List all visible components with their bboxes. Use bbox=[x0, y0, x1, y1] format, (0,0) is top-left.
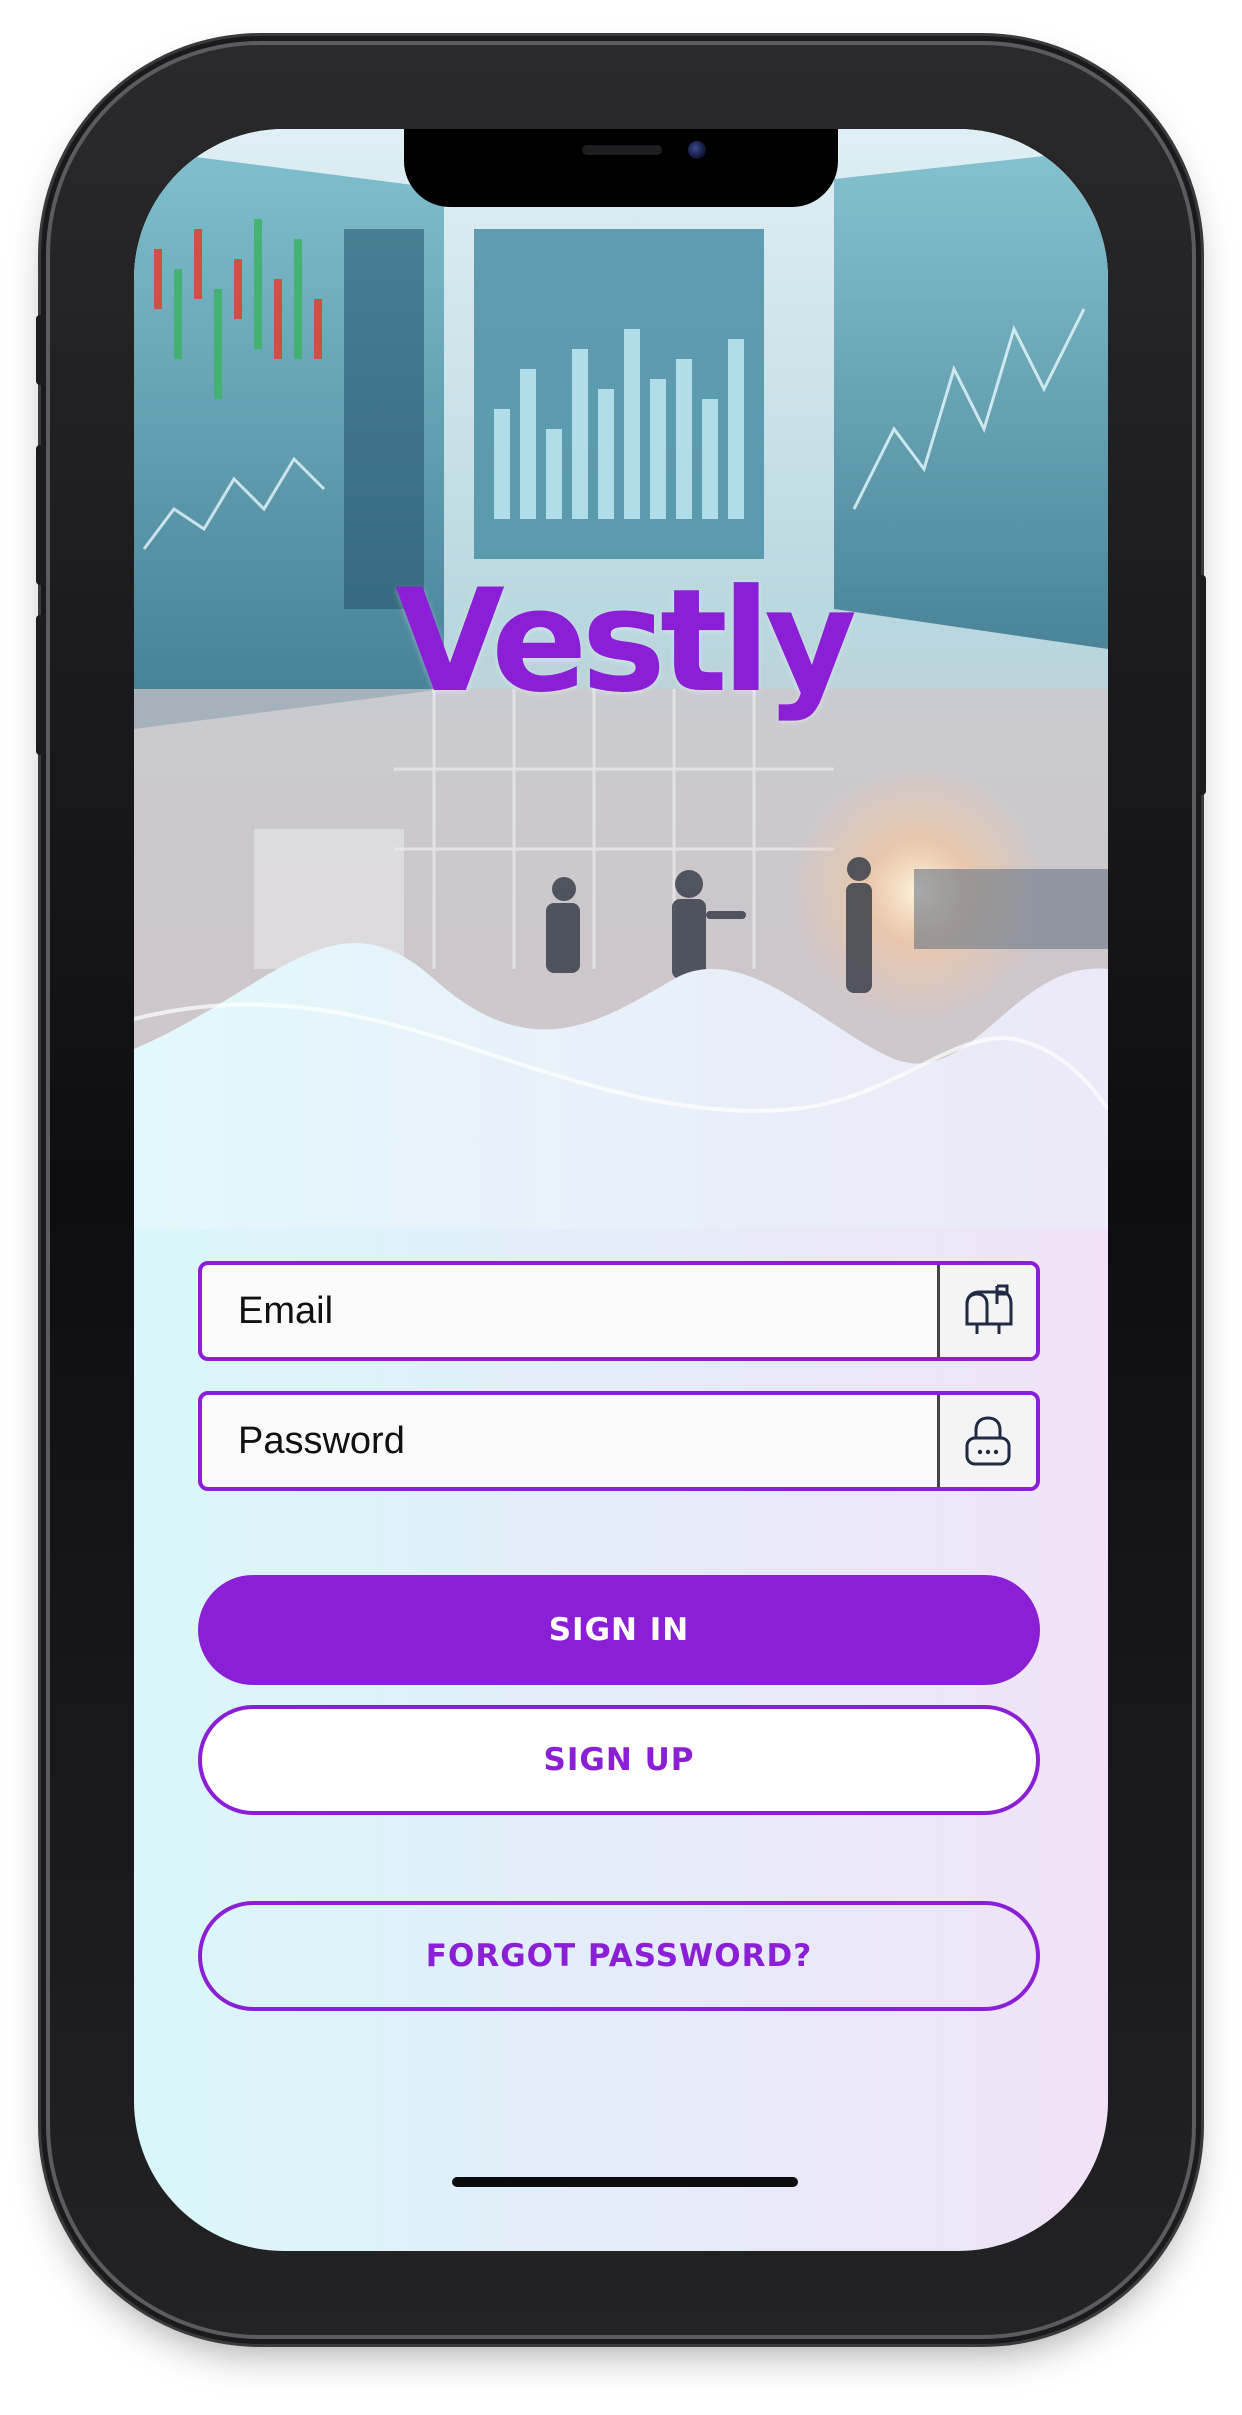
app-screen: Vestly Email SIGN IN SIGN UP FORGOT PASS… bbox=[134, 129, 1108, 2251]
volume-down-button bbox=[36, 615, 46, 755]
email-input[interactable] bbox=[202, 1265, 940, 1357]
lock-icon bbox=[965, 1416, 1011, 1466]
sign-in-button[interactable]: SIGN IN bbox=[198, 1575, 1040, 1685]
volume-up-button bbox=[36, 445, 46, 585]
sign-up-button[interactable]: SIGN UP bbox=[198, 1705, 1040, 1815]
home-indicator[interactable] bbox=[452, 2177, 798, 2187]
password-field bbox=[198, 1391, 1040, 1491]
vestly-logo: Vestly bbox=[394, 559, 857, 724]
forgot-password-button[interactable]: FORGOT PASSWORD? bbox=[198, 1901, 1040, 2011]
mailbox-icon bbox=[965, 1284, 1013, 1334]
silent-switch bbox=[36, 315, 46, 385]
phone-frame: Vestly Email SIGN IN SIGN UP FORGOT PASS… bbox=[36, 45, 1206, 2335]
device-notch bbox=[404, 129, 838, 207]
password-input[interactable] bbox=[202, 1395, 940, 1487]
power-button bbox=[1196, 575, 1206, 795]
earpiece-speaker bbox=[582, 145, 662, 155]
email-field bbox=[198, 1261, 1040, 1361]
front-camera bbox=[688, 141, 706, 159]
email-icon-box bbox=[937, 1265, 1036, 1357]
password-icon-box bbox=[937, 1395, 1036, 1487]
